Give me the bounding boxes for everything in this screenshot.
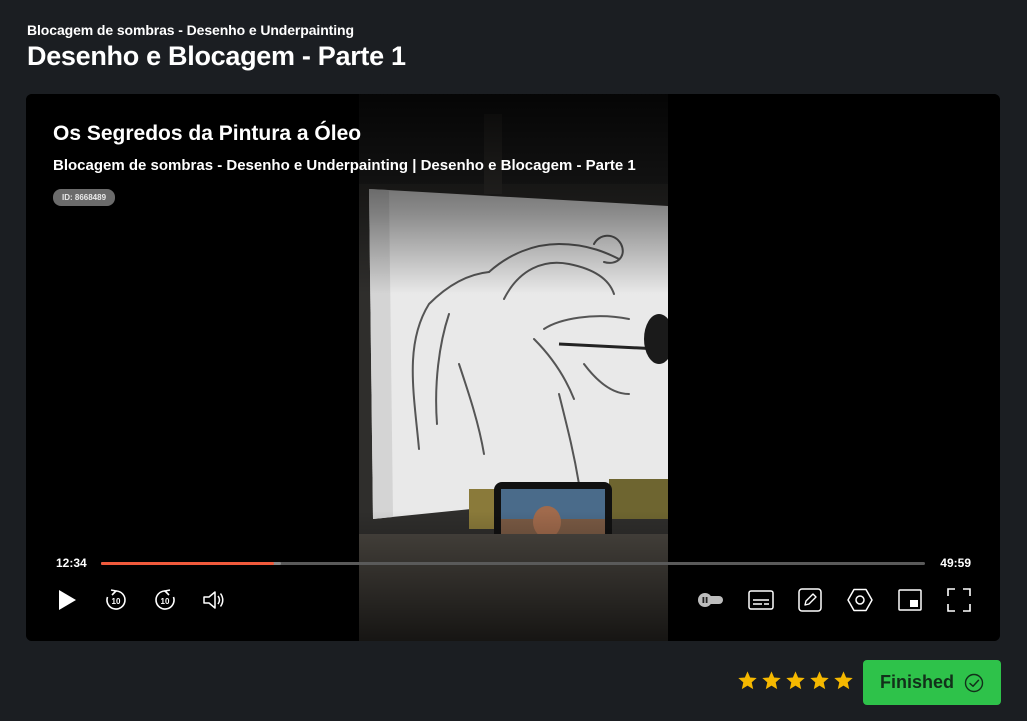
star-icon[interactable] xyxy=(809,670,830,691)
pip-button[interactable] xyxy=(896,586,924,614)
video-player[interactable]: Os Segredos da Pintura a Óleo Blocagem d… xyxy=(26,94,1000,641)
autoplay-toggle[interactable] xyxy=(697,586,725,614)
fullscreen-icon xyxy=(947,588,971,612)
notes-button[interactable] xyxy=(796,586,824,614)
finished-label: Finished xyxy=(879,672,954,692)
page-title: Desenho e Blocagem - Parte 1 xyxy=(27,41,406,71)
bottom-overlay xyxy=(26,511,1000,641)
rewind-10-button[interactable]: 10 xyxy=(102,586,130,614)
star-icon[interactable] xyxy=(785,670,806,691)
subtitles-button[interactable] xyxy=(747,586,775,614)
star-icon[interactable] xyxy=(833,670,854,691)
course-title: Os Segredos da Pintura a Óleo xyxy=(53,122,362,145)
volume-icon xyxy=(203,591,224,609)
finished-button[interactable]: Finished xyxy=(863,660,1001,705)
breadcrumb: Blocagem de sombras - Desenho e Underpai… xyxy=(27,22,354,38)
play-icon xyxy=(59,590,76,610)
progress-fill xyxy=(101,562,274,565)
settings-button[interactable] xyxy=(846,586,874,614)
picture-in-picture-icon xyxy=(898,589,922,611)
check-circle-icon xyxy=(964,673,984,692)
forward-10-label: 10 xyxy=(161,597,170,606)
rewind-10-label: 10 xyxy=(112,597,121,606)
forward-10-icon: 10 xyxy=(155,589,175,610)
star-icon[interactable] xyxy=(737,670,758,691)
forward-10-button[interactable]: 10 xyxy=(151,586,179,614)
star-icon[interactable] xyxy=(761,670,782,691)
fullscreen-button[interactable] xyxy=(945,586,973,614)
total-time: 49:59 xyxy=(940,556,971,570)
autoplay-toggle-icon xyxy=(698,593,723,607)
progress-bar[interactable] xyxy=(101,562,925,565)
volume-button[interactable] xyxy=(200,586,228,614)
pencil-icon xyxy=(798,588,822,612)
rewind-10-icon: 10 xyxy=(106,589,126,610)
id-badge: ID: 8668489 xyxy=(53,189,116,206)
play-button[interactable] xyxy=(53,586,81,614)
settings-icon xyxy=(847,588,873,612)
subtitles-icon xyxy=(748,590,774,610)
lesson-subtitle: Blocagem de sombras - Desenho e Underpai… xyxy=(53,157,636,174)
current-time: 12:34 xyxy=(56,556,87,570)
star-rating[interactable] xyxy=(737,670,854,691)
